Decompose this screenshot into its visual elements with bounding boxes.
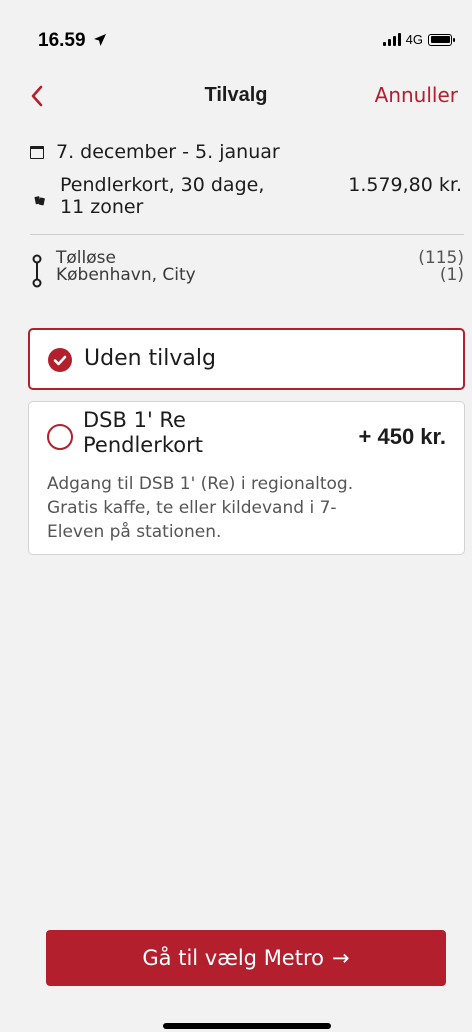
option-label: Uden tilvalg bbox=[84, 346, 216, 371]
home-indicator bbox=[163, 1023, 331, 1029]
route-stations: Tølløse København, City bbox=[56, 250, 196, 284]
ticket-summary: 7. december - 5. januar Pendlerkort, 30 … bbox=[30, 138, 462, 218]
navigation-bar: Tilvalg Annuller bbox=[0, 74, 472, 118]
status-indicators: 4G bbox=[382, 32, 455, 47]
option-name-line-2: Pendlerkort bbox=[83, 433, 203, 457]
ticket-line-1: Pendlerkort, 30 dage, bbox=[60, 174, 265, 196]
calendar-icon bbox=[30, 145, 44, 159]
arrow-right-icon: → bbox=[331, 946, 350, 970]
option-description: Adgang til DSB 1' (Re) i regionaltog. Gr… bbox=[47, 472, 447, 544]
ticket-row: Pendlerkort, 30 dage, 11 zoner 1.579,80 … bbox=[30, 174, 462, 218]
desc-line-3: Eleven på stationen. bbox=[47, 522, 222, 542]
ticket-line-2: 11 zoner bbox=[60, 196, 144, 218]
to-zone: (1) bbox=[439, 265, 464, 285]
option-dsb-1-re[interactable]: DSB 1' Re Pendlerkort + 450 kr. Adgang t… bbox=[28, 401, 465, 555]
ticket-price: 1.579,80 kr. bbox=[348, 174, 462, 196]
tickets-icon bbox=[34, 196, 45, 206]
period-text: 7. december - 5. januar bbox=[56, 141, 280, 163]
divider bbox=[30, 234, 464, 235]
battery-icon bbox=[428, 33, 455, 46]
status-bar: 16.59 4G bbox=[0, 0, 472, 80]
desc-line-1: Adgang til DSB 1' (Re) i regionaltog. bbox=[47, 474, 354, 494]
continue-label: Gå til vælg Metro bbox=[142, 946, 324, 970]
period-row: 7. december - 5. januar bbox=[30, 138, 462, 166]
radio-icon[interactable] bbox=[47, 424, 73, 450]
option-no-addon[interactable]: Uden tilvalg bbox=[28, 328, 465, 390]
option-price: + 450 kr. bbox=[358, 424, 446, 449]
continue-button[interactable]: Gå til vælg Metro → bbox=[46, 930, 446, 986]
ticket-description: Pendlerkort, 30 dage, 11 zoner bbox=[60, 174, 310, 218]
option-name-line-1: DSB 1' Re bbox=[83, 408, 186, 432]
cancel-button[interactable]: Annuller bbox=[375, 83, 458, 107]
route-icon bbox=[32, 254, 42, 288]
route-to: København, City bbox=[56, 265, 196, 285]
route-zones: (115) (1) bbox=[418, 250, 464, 284]
status-time: 16.59 bbox=[38, 30, 107, 52]
location-arrow-icon bbox=[93, 34, 106, 46]
signal-icon bbox=[382, 33, 401, 46]
option-name: DSB 1' Re Pendlerkort bbox=[83, 408, 283, 458]
network-label: 4G bbox=[405, 32, 423, 47]
check-icon bbox=[48, 348, 72, 372]
desc-line-2: Gratis kaffe, te eller kildevand i 7- bbox=[47, 498, 337, 518]
time-text: 16.59 bbox=[38, 30, 86, 51]
